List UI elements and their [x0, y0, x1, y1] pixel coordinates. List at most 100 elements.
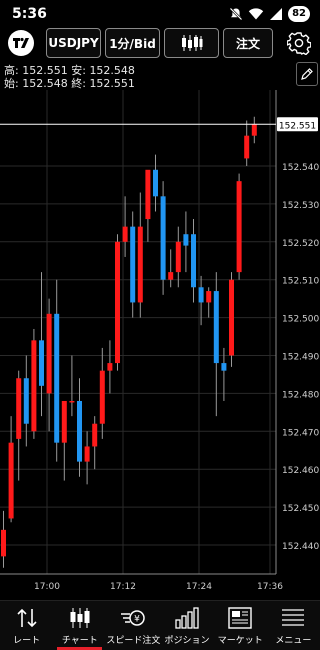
candle-down [191, 234, 196, 288]
low-label: 安: [71, 64, 86, 77]
nav-menu-label: メニュー [275, 636, 312, 646]
y-tick-label: 152.520 [282, 239, 319, 249]
mute-icon [229, 7, 243, 21]
candlestick-icon [70, 608, 90, 628]
candle-up [69, 400, 75, 403]
candle-down [153, 169, 158, 197]
order-button[interactable]: 注文 [223, 28, 273, 58]
candle-up [61, 400, 67, 443]
ohlc-row-2: 始: 152.548 終: 152.551 [4, 77, 135, 90]
gear-icon [287, 32, 311, 55]
battery-level: 82 [288, 6, 310, 22]
tradingview-logo-icon [13, 37, 29, 48]
toolbar: USDJPY 1分/Bid 注文 [0, 28, 320, 60]
ohlc-row-1: 高: 152.551 安: 152.548 [4, 64, 135, 77]
candle-down [160, 196, 166, 280]
candle-up [137, 226, 143, 303]
candle-down [213, 291, 219, 364]
open-label: 始: [4, 77, 19, 90]
y-tick-label: 152.460 [282, 466, 319, 476]
candle-up [8, 442, 14, 519]
candle-up [31, 340, 37, 432]
y-tick-label: 152.510 [282, 277, 319, 287]
candle-up [92, 423, 98, 447]
menu-lines-icon [282, 609, 305, 626]
wifi-icon [248, 8, 264, 20]
timeframe-selector[interactable]: 1分/Bid [105, 28, 160, 58]
candle-up [1, 529, 6, 557]
candle-down [77, 400, 82, 462]
close-value: 152.551 [89, 77, 135, 90]
close-label: 終: [71, 77, 86, 90]
position-bars-icon [175, 607, 199, 629]
candle-down [183, 234, 189, 246]
y-tick-label: 152.450 [282, 504, 319, 514]
nav-chart-label: チャート [61, 636, 98, 646]
y-tick-label: 152.480 [282, 390, 319, 400]
status-icons: 82 [229, 5, 310, 23]
candle-up [46, 313, 52, 394]
candlestick-type-icon [181, 35, 202, 51]
y-tick-label: 152.490 [282, 353, 319, 363]
nav-market[interactable]: マーケット [214, 601, 267, 650]
chart-type-button[interactable] [164, 28, 219, 58]
candle-up [115, 241, 120, 364]
candle-up [206, 291, 212, 303]
nav-market-label: マーケット [217, 636, 263, 646]
settings-button[interactable] [286, 30, 312, 56]
low-value: 152.548 [89, 64, 135, 77]
candle-down [221, 363, 227, 371]
high-label: 高: [4, 64, 19, 77]
candle-down [54, 313, 60, 443]
open-value: 152.548 [22, 77, 68, 90]
price-chart[interactable]: 152.540 152.530 152.520 152.510 152.500 152.4… [0, 90, 320, 600]
candle-up [16, 378, 22, 439]
candle-down [198, 287, 204, 303]
y-tick-label: 152.500 [282, 315, 319, 325]
logo-button[interactable] [8, 30, 34, 56]
nav-speed-order[interactable]: ¥ スピード注文 [106, 601, 160, 650]
candle-down [39, 340, 44, 386]
status-bar: 5:36 82 [0, 0, 320, 28]
nav-rate[interactable]: レート [0, 601, 53, 650]
candle-up [175, 241, 181, 273]
y-tick-label: 152.470 [282, 428, 319, 438]
candle-up [99, 370, 105, 424]
y-tick-label: 152.440 [282, 542, 319, 552]
signal-icon [270, 8, 283, 20]
svg-text:¥: ¥ [135, 615, 141, 625]
y-tick-label: 152.540 [282, 163, 319, 173]
candle-up [244, 135, 250, 159]
high-value: 152.551 [22, 64, 68, 77]
candle-up [145, 169, 151, 220]
candle-up [122, 226, 128, 242]
symbol-selector[interactable]: USDJPY [46, 28, 101, 58]
candle-up [107, 363, 113, 371]
nav-rate-label: レート [13, 636, 41, 646]
candle-up [84, 446, 90, 462]
candle-up [251, 124, 257, 136]
nav-menu[interactable]: メニュー [267, 601, 320, 650]
ohlc-info: 高: 152.551 安: 152.548 始: 152.548 終: 152.… [4, 64, 135, 90]
y-tick-label: 152.530 [282, 201, 319, 211]
nav-chart[interactable]: チャート [53, 601, 106, 650]
x-tick-label: 17:00 [34, 582, 60, 592]
candle-up [236, 181, 242, 273]
speed-order-icon: ¥ [121, 610, 146, 626]
x-tick-label: 17:24 [186, 582, 212, 592]
rate-arrows-icon [17, 608, 37, 628]
current-price-label: 152.551 [279, 121, 316, 131]
candle-down [23, 378, 29, 424]
nav-position[interactable]: ポジション [160, 601, 213, 650]
x-tick-label: 17:12 [110, 582, 136, 592]
nav-position-label: ポジション [164, 636, 210, 646]
candle-up [229, 279, 234, 356]
draw-tool-button[interactable] [296, 62, 318, 86]
bottom-nav: レート チャート ¥ スピード注文 ポジション マーケット メニュー [0, 600, 320, 650]
nav-speed-order-label: スピード注文 [106, 636, 161, 646]
pencil-icon [301, 68, 313, 80]
news-icon [228, 607, 252, 629]
x-tick-label: 17:36 [257, 582, 283, 592]
status-time: 5:36 [12, 6, 47, 22]
candle-up [168, 272, 174, 280]
